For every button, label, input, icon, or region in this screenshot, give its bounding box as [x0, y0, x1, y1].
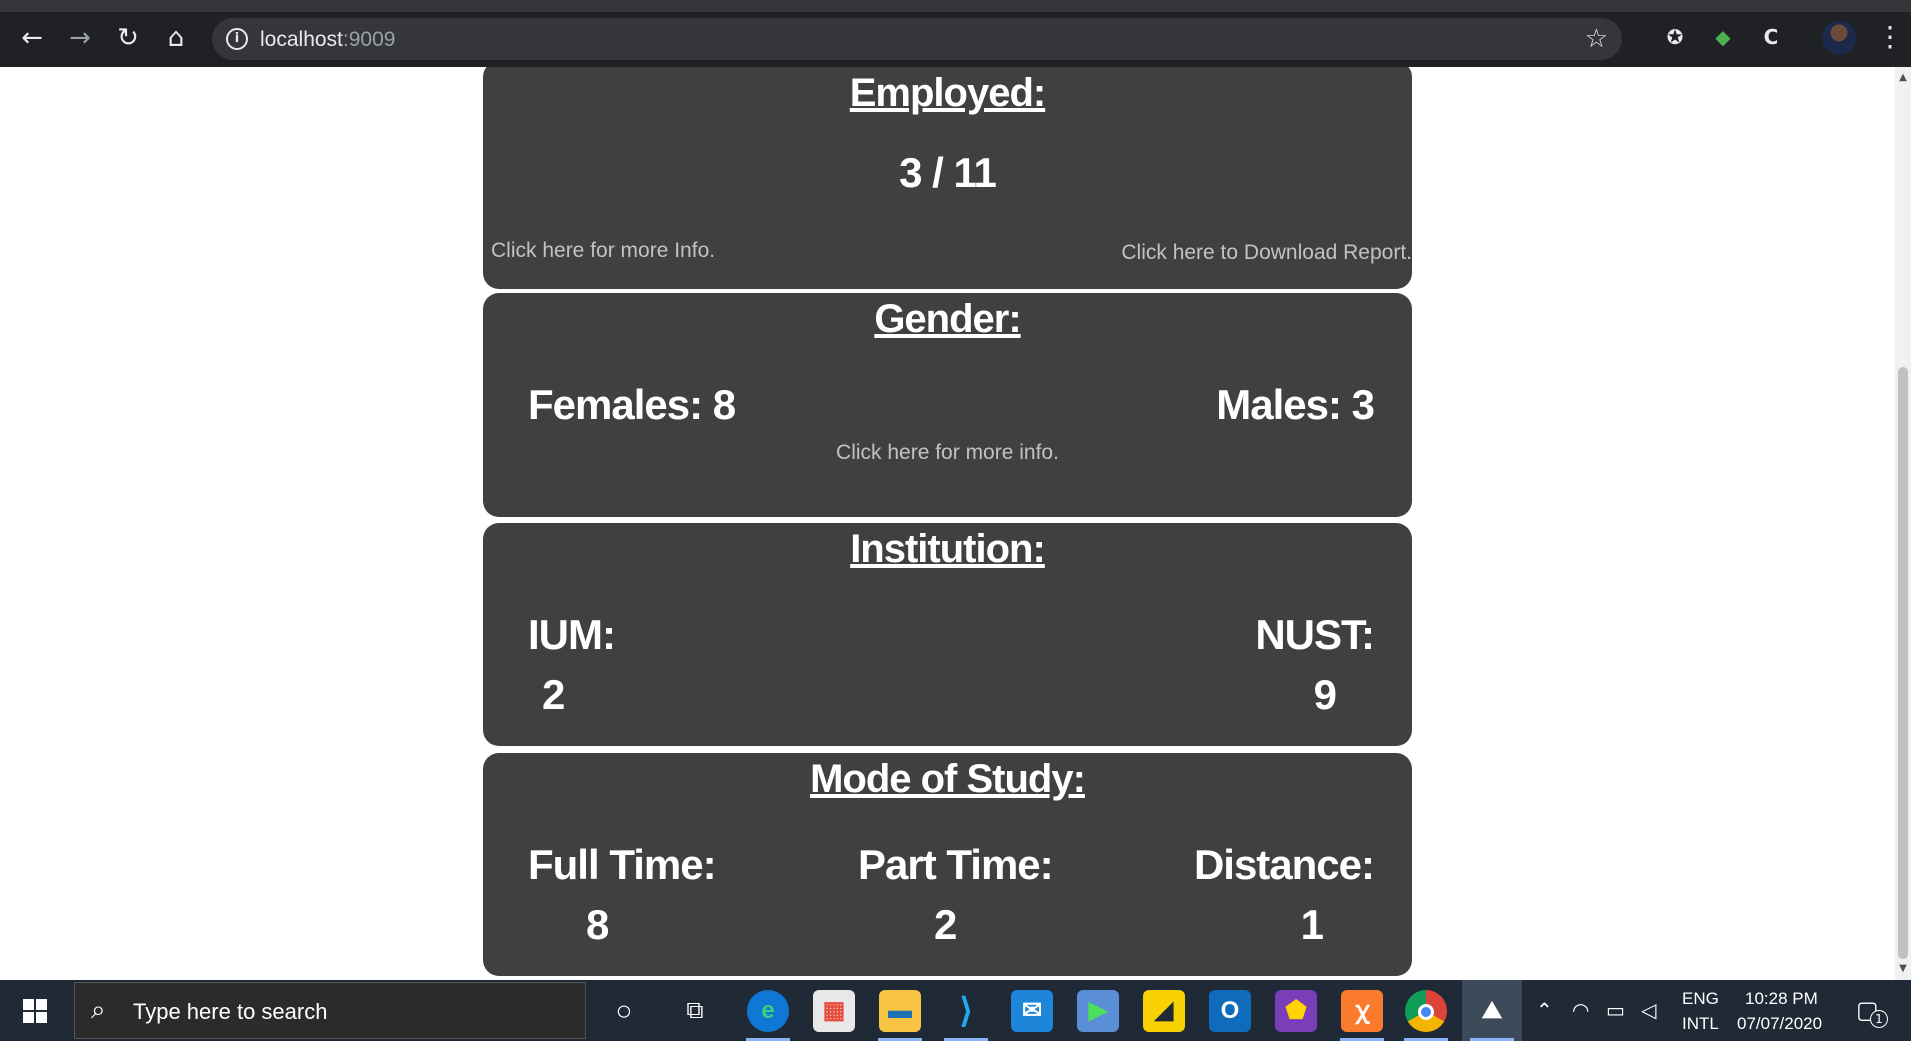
- gender-title: Gender:: [874, 297, 1021, 341]
- nust-value: 9: [1313, 671, 1337, 718]
- scroll-thumb[interactable]: [1898, 367, 1908, 959]
- mode-of-study-title: Mode of Study:: [810, 757, 1086, 801]
- mail-icon[interactable]: ✉: [1011, 990, 1053, 1032]
- scroll-down-icon[interactable]: ▼: [1898, 964, 1908, 974]
- cortana-icon[interactable]: ○: [603, 990, 645, 1032]
- battery-icon[interactable]: ▭: [1606, 998, 1625, 1022]
- sticky-notes-icon[interactable]: ◢: [1143, 990, 1185, 1032]
- gallery-app-icon[interactable]: ⛰: [1471, 990, 1513, 1032]
- part-time-value: 2: [934, 901, 957, 948]
- clock-time[interactable]: 10:28 PM: [1745, 989, 1818, 1009]
- volume-icon[interactable]: ◁: [1641, 998, 1656, 1022]
- reload-icon[interactable]: ↻: [112, 22, 144, 54]
- windows-logo-icon: [23, 999, 47, 1023]
- iam-label: IUM:: [528, 611, 616, 658]
- file-explorer-icon[interactable]: ▬: [879, 990, 921, 1032]
- browser-menu-icon[interactable]: ⋮: [1876, 20, 1904, 54]
- home-icon[interactable]: ⌂: [160, 22, 192, 54]
- xampp-icon[interactable]: ꭓ: [1341, 990, 1383, 1032]
- bookmark-star-icon[interactable]: ☆: [1585, 24, 1608, 54]
- employed-card: Employed: 3 / 11 Click here for more Inf…: [483, 67, 1412, 289]
- back-icon[interactable]: ←: [16, 22, 48, 54]
- info-icon[interactable]: i: [226, 28, 248, 50]
- pentagon-app-icon[interactable]: ⬟: [1275, 990, 1317, 1032]
- employed-more-info-link[interactable]: Click here for more Info.: [491, 239, 715, 263]
- browser-toolbar: ← → ↻ ⌂ i localhost:9009 ☆ ✪ ◆ C ⋮: [0, 0, 1911, 67]
- iam-value: 2: [542, 671, 565, 718]
- media-app-icon[interactable]: ▶: [1077, 990, 1119, 1032]
- extension-c-icon[interactable]: C: [1756, 22, 1786, 52]
- address-bar[interactable]: i localhost:9009 ☆: [212, 18, 1622, 60]
- lang-top[interactable]: ENG: [1682, 989, 1719, 1009]
- url-host: localhost: [260, 28, 343, 51]
- search-icon: ⌕: [91, 995, 106, 1025]
- profile-avatar[interactable]: [1822, 21, 1856, 55]
- employed-title: Employed:: [849, 71, 1046, 115]
- page-scrollbar[interactable]: ▲ ▼: [1895, 67, 1911, 980]
- edge-browser-icon[interactable]: e: [747, 990, 789, 1032]
- gender-more-info-link[interactable]: Click here for more info.: [483, 441, 1412, 465]
- gender-card: Gender: Females: 8 Males: 3 Click here f…: [483, 293, 1412, 517]
- employed-value: 3 / 11: [899, 149, 997, 196]
- search-placeholder: Type here to search: [133, 999, 328, 1024]
- extension-globe-icon[interactable]: ✪: [1660, 22, 1690, 52]
- tab-strip: [0, 0, 1911, 12]
- distance-label: Distance:: [1193, 841, 1375, 888]
- outlook-icon[interactable]: O: [1209, 990, 1251, 1032]
- download-report-link[interactable]: Click here to Download Report.: [1121, 241, 1412, 265]
- forward-icon[interactable]: →: [64, 22, 96, 54]
- notification-count-badge: 1: [1870, 1010, 1888, 1028]
- wifi-icon[interactable]: ◠: [1572, 998, 1589, 1022]
- page-content: Employed: 3 / 11 Click here for more Inf…: [0, 67, 1895, 980]
- url-port: :9009: [342, 28, 396, 51]
- females-count: Females: 8: [528, 381, 736, 428]
- windows-taskbar: ⌕ Type here to search ○ ⧉ e ▦ ▬ ⟩ ✉ ▶ ◢ …: [0, 980, 1911, 1041]
- nust-label: NUST:: [1255, 611, 1375, 658]
- url-text[interactable]: localhost:9009: [260, 28, 395, 52]
- males-count: Males: 3: [1216, 381, 1375, 428]
- institution-title: Institution:: [850, 527, 1046, 571]
- lang-bottom[interactable]: INTL: [1682, 1014, 1719, 1034]
- full-time-value: 8: [586, 901, 609, 948]
- tray-chevron-up-icon[interactable]: ⌃: [1536, 998, 1553, 1022]
- extension-color-icon[interactable]: ◆: [1708, 22, 1738, 52]
- clock-date[interactable]: 07/07/2020: [1737, 1014, 1822, 1034]
- mode-of-study-card: Mode of Study: Full Time: 8 Part Time: 2…: [483, 753, 1412, 976]
- taskbar-search-box[interactable]: ⌕ Type here to search: [74, 982, 586, 1039]
- part-time-label: Part Time:: [858, 841, 1054, 888]
- institution-card: Institution: IUM: 2 NUST: 9: [483, 523, 1412, 746]
- start-button[interactable]: [0, 980, 70, 1041]
- store-icon[interactable]: ▦: [813, 990, 855, 1032]
- chrome-icon[interactable]: [1405, 990, 1447, 1032]
- full-time-label: Full Time:: [528, 841, 717, 888]
- vscode-icon[interactable]: ⟩: [945, 990, 987, 1032]
- distance-value: 1: [1300, 901, 1324, 948]
- scroll-up-icon[interactable]: ▲: [1898, 73, 1908, 83]
- task-view-icon[interactable]: ⧉: [674, 990, 716, 1032]
